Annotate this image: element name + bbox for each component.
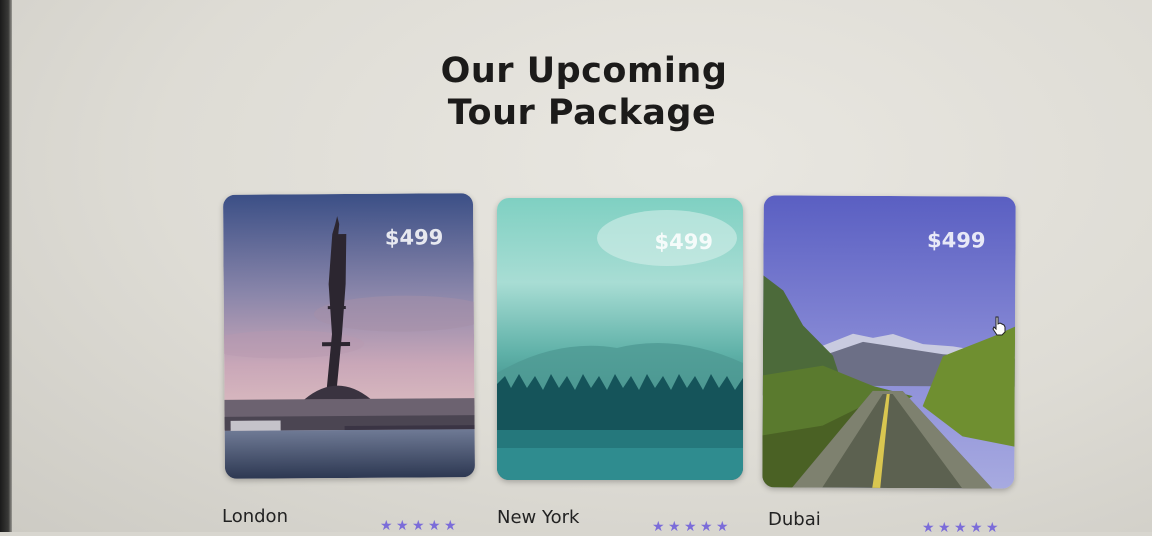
package-card-dubai[interactable]: $499 <box>762 195 1016 489</box>
star-icon: ★ <box>938 520 951 536</box>
star-icon: ★ <box>922 520 935 536</box>
rating-dubai: ★ ★ ★ ★ ★ <box>922 520 999 536</box>
star-icon: ★ <box>412 518 425 534</box>
hand-pointer-icon <box>992 316 1006 336</box>
star-icon: ★ <box>668 519 681 535</box>
star-icon: ★ <box>700 519 713 535</box>
star-icon: ★ <box>652 519 665 535</box>
star-icon: ★ <box>396 518 409 534</box>
section-title: Our Upcoming Tour Package <box>12 50 1152 134</box>
star-icon: ★ <box>986 520 999 536</box>
star-icon: ★ <box>380 518 393 534</box>
rating-newyork: ★ ★ ★ ★ ★ <box>652 519 729 535</box>
section-title-line1: Our Upcoming <box>440 51 728 91</box>
city-label-newyork: New York <box>497 507 580 528</box>
star-icon: ★ <box>970 520 983 536</box>
star-icon: ★ <box>684 519 697 535</box>
star-icon: ★ <box>444 518 457 534</box>
package-card-newyork[interactable]: $499 <box>497 198 743 480</box>
star-icon: ★ <box>428 518 441 534</box>
price-newyork: $499 <box>654 230 713 254</box>
section-title-line2: Tour Package <box>447 93 717 133</box>
package-card-london[interactable]: $499 <box>223 193 475 479</box>
price-london: $499 <box>384 225 444 250</box>
star-icon: ★ <box>716 519 729 535</box>
price-dubai: $499 <box>927 228 986 253</box>
rating-london: ★ ★ ★ ★ ★ <box>380 518 457 534</box>
city-label-london: London <box>222 506 288 527</box>
city-label-dubai: Dubai <box>768 509 821 530</box>
star-icon: ★ <box>954 520 967 536</box>
